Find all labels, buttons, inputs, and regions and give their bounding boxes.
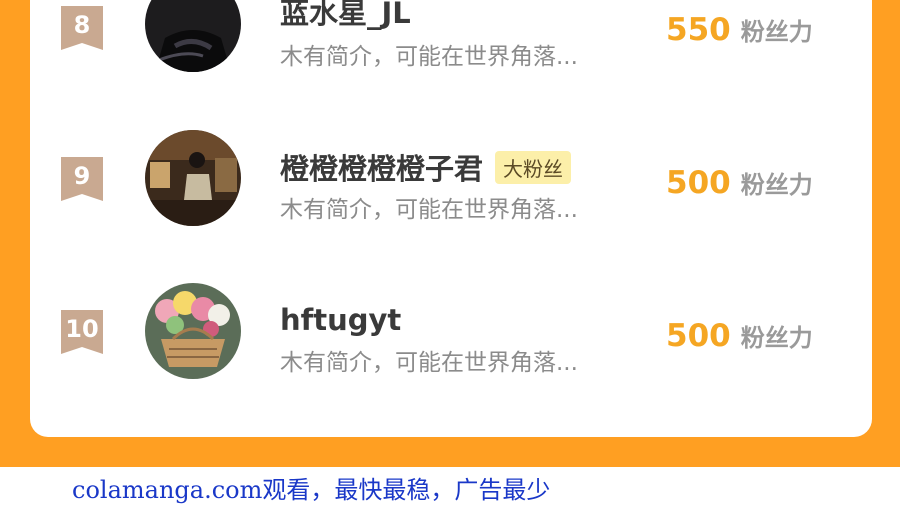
user-name[interactable]: hftugyt bbox=[280, 303, 401, 337]
avatar[interactable] bbox=[145, 283, 241, 379]
leaderboard-row[interactable]: 9 橙橙橙橙橙子君 大粉丝 木有简介，可能在世界角落... 500 粉丝力 bbox=[30, 123, 872, 276]
name-line: 蓝水星_JL bbox=[280, 0, 411, 31]
score-unit: 粉丝力 bbox=[740, 171, 813, 199]
avatar[interactable] bbox=[145, 0, 241, 72]
user-photo-icon bbox=[145, 130, 241, 226]
score-value: 500 bbox=[666, 165, 731, 201]
user-bio: 木有简介，可能在世界角落... bbox=[280, 350, 578, 376]
rank-badge: 8 bbox=[61, 6, 103, 50]
user-name[interactable]: 橙橙橙橙橙子君 bbox=[280, 146, 483, 188]
name-line: 橙橙橙橙橙子君 大粉丝 bbox=[280, 146, 572, 188]
fan-power-score: 550 粉丝力 bbox=[666, 12, 813, 48]
score-value: 550 bbox=[666, 12, 731, 48]
leaderboard-card: 8 蓝水星_JL 木有简介，可能在世界角落... 550 粉丝力 9 橙橙橙橙橙… bbox=[30, 0, 872, 437]
leaderboard-row[interactable]: 10 hftugyt 木有简介，可能在世界角落... 500 粉丝力 bbox=[30, 276, 872, 429]
flower-basket-photo-icon bbox=[145, 283, 241, 379]
score-unit: 粉丝力 bbox=[740, 324, 813, 352]
rank-badge: 10 bbox=[61, 310, 103, 354]
footer-watermark: colamanga.com观看，最快最稳，广告最少 bbox=[72, 476, 551, 504]
score-unit: 粉丝力 bbox=[740, 18, 813, 46]
big-fan-badge: 大粉丝 bbox=[495, 150, 572, 184]
score-value: 500 bbox=[666, 318, 731, 354]
rank-badge: 9 bbox=[61, 157, 103, 201]
user-photo-icon bbox=[145, 0, 241, 72]
user-bio: 木有简介，可能在世界角落... bbox=[280, 197, 578, 223]
user-bio: 木有简介，可能在世界角落... bbox=[280, 44, 578, 70]
leaderboard-row[interactable]: 8 蓝水星_JL 木有简介，可能在世界角落... 550 粉丝力 bbox=[30, 0, 872, 123]
name-line: hftugyt bbox=[280, 300, 401, 340]
user-name[interactable]: 蓝水星_JL bbox=[280, 0, 411, 32]
fan-power-score: 500 粉丝力 bbox=[666, 165, 813, 201]
fan-power-score: 500 粉丝力 bbox=[666, 318, 813, 354]
avatar[interactable] bbox=[145, 130, 241, 226]
